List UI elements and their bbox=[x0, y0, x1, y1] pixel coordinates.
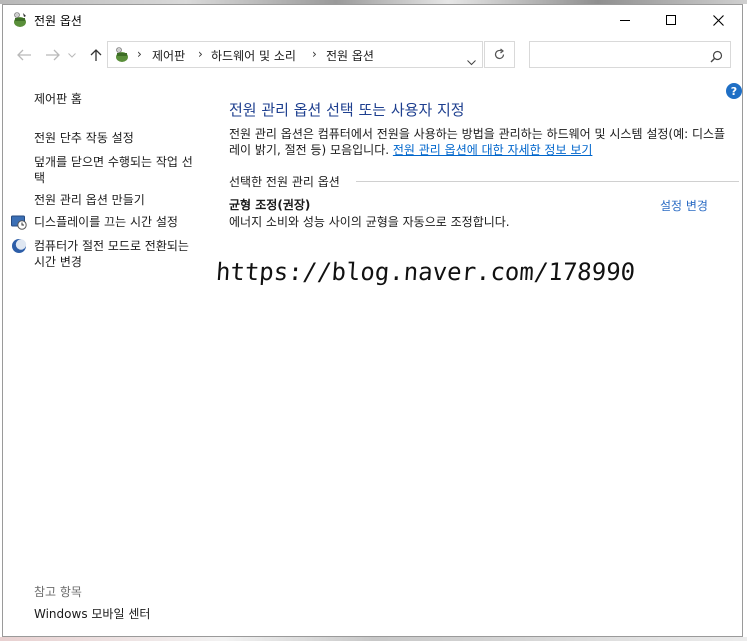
desktop-taskbar-strip bbox=[0, 637, 747, 641]
maximize-button[interactable] bbox=[648, 5, 694, 35]
navigation-bar: › 제어판 › 하드웨어 및 소리 › 전원 옵션 bbox=[3, 38, 742, 72]
window-title: 전원 옵션 bbox=[34, 14, 82, 28]
title-bar: 전원 옵션 bbox=[3, 5, 742, 35]
up-arrow-icon bbox=[90, 49, 102, 61]
control-panel-home-link[interactable]: 제어판 홈 bbox=[34, 91, 194, 107]
sleep-moon-icon bbox=[11, 238, 27, 254]
address-bar[interactable]: › 제어판 › 하드웨어 및 소리 › 전원 옵션 bbox=[107, 41, 483, 68]
close-icon bbox=[712, 14, 724, 26]
refresh-icon bbox=[494, 48, 505, 60]
search-icon bbox=[710, 48, 723, 67]
page-title: 전원 관리 옵션 선택 또는 사용자 지정 bbox=[229, 101, 465, 119]
sidebar: 제어판 홈 전원 단추 작동 설정 덮개를 닫으면 수행되는 작업 선택 전원 … bbox=[3, 75, 203, 633]
breadcrumb-separator: › bbox=[198, 47, 203, 61]
display-timer-icon bbox=[11, 214, 27, 230]
minimize-icon bbox=[620, 20, 630, 21]
learn-more-link[interactable]: 전원 관리 옵션에 대한 자세한 정보 보기 bbox=[393, 143, 593, 157]
help-icon[interactable]: ? bbox=[726, 83, 742, 99]
sidebar-link-mobility-center[interactable]: Windows 모바일 센터 bbox=[34, 606, 194, 622]
sidebar-link-display-off[interactable]: 디스플레이를 끄는 시간 설정 bbox=[34, 214, 194, 230]
search-input[interactable] bbox=[529, 41, 731, 68]
page-description: 전원 관리 옵션은 컴퓨터에서 전원을 사용하는 방법을 관리하는 하드웨어 및… bbox=[229, 126, 729, 158]
breadcrumb-separator: › bbox=[312, 47, 317, 61]
maximize-icon bbox=[666, 15, 676, 25]
chevron-down-icon bbox=[68, 52, 76, 58]
refresh-button[interactable] bbox=[484, 41, 515, 68]
recent-locations-button[interactable] bbox=[67, 47, 77, 63]
minimize-button[interactable] bbox=[602, 5, 648, 35]
section-divider bbox=[356, 181, 739, 182]
change-plan-settings-link[interactable]: 설정 변경 bbox=[660, 197, 708, 214]
plan-description: 에너지 소비와 성능 사이의 균형을 자동으로 조정합니다. bbox=[229, 215, 510, 229]
forward-button[interactable] bbox=[44, 47, 62, 63]
selected-plans-heading: 선택한 전원 관리 옵션 bbox=[229, 175, 340, 189]
sidebar-link-power-button[interactable]: 전원 단추 작동 설정 bbox=[34, 130, 194, 146]
chevron-down-icon bbox=[467, 60, 476, 66]
back-arrow-icon bbox=[17, 49, 31, 61]
forward-arrow-icon bbox=[46, 49, 60, 61]
up-button[interactable] bbox=[87, 47, 105, 63]
power-options-icon bbox=[113, 46, 131, 64]
sidebar-link-sleep-time[interactable]: 컴퓨터가 절전 모드로 전환되는 시간 변경 bbox=[34, 238, 194, 270]
breadcrumb-control-panel[interactable]: 제어판 bbox=[152, 47, 185, 64]
address-dropdown-button[interactable] bbox=[467, 51, 476, 70]
breadcrumb-power-options[interactable]: 전원 옵션 bbox=[326, 47, 374, 64]
close-button[interactable] bbox=[695, 5, 741, 35]
plan-name[interactable]: 균형 조정(권장) bbox=[229, 196, 310, 213]
back-button[interactable] bbox=[15, 47, 33, 63]
blog-watermark: https://blog.naver.com/178990 bbox=[215, 258, 637, 286]
sidebar-link-lid-close[interactable]: 덮개를 닫으면 수행되는 작업 선택 bbox=[34, 154, 194, 186]
breadcrumb-hardware-sound[interactable]: 하드웨어 및 소리 bbox=[211, 47, 296, 64]
power-options-window: 전원 옵션 › 제어판 › 하드웨어 및 소리 › 전원 옵션 ? 제어판 홈 … bbox=[2, 4, 743, 637]
breadcrumb-separator: › bbox=[137, 47, 142, 61]
sidebar-link-create-plan[interactable]: 전원 관리 옵션 만들기 bbox=[34, 192, 194, 208]
see-also-heading: 참고 항목 bbox=[34, 585, 82, 599]
power-options-icon bbox=[11, 11, 29, 29]
